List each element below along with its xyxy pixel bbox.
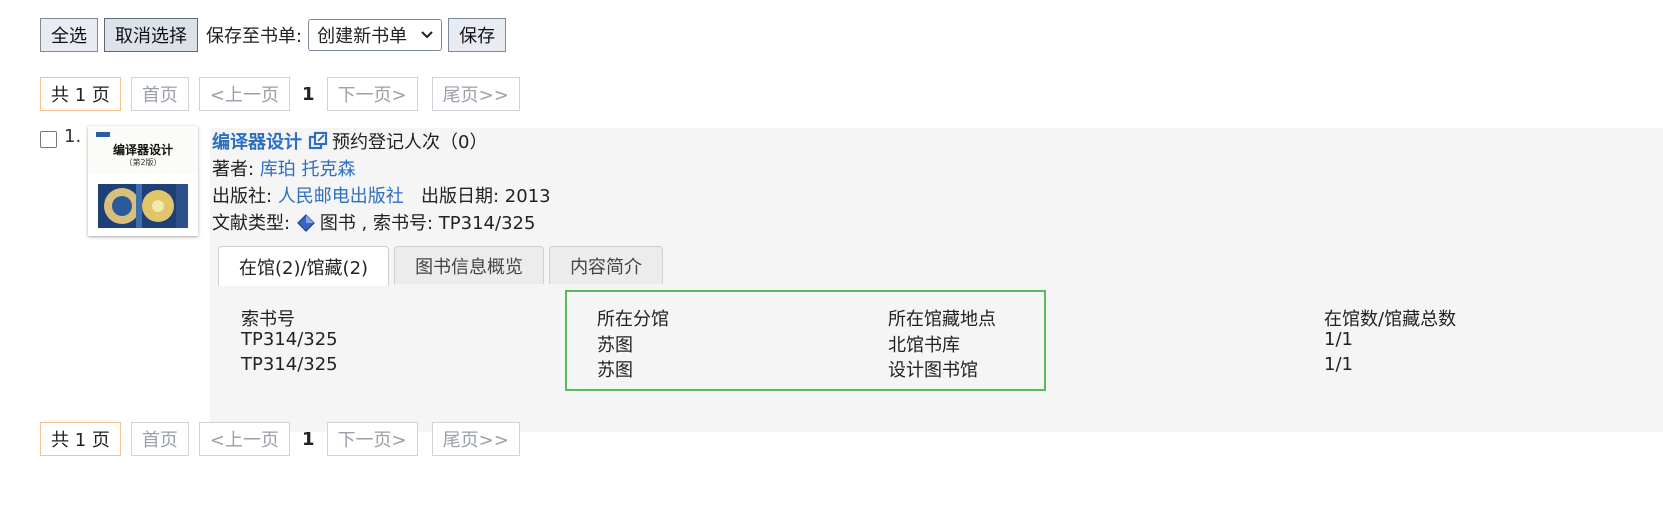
first-page-button[interactable]: 首页 bbox=[130, 422, 189, 456]
page-total: 共 1 页 bbox=[40, 422, 121, 456]
tab-summary[interactable]: 内容简介 bbox=[549, 246, 664, 284]
prev-page-button[interactable]: <上一页 bbox=[198, 77, 290, 111]
booklist-selected-value: 创建新书单 bbox=[317, 26, 408, 47]
publisher-link[interactable]: 人民邮电出版社 bbox=[278, 186, 404, 207]
row1-location: 北馆书库 bbox=[888, 335, 960, 356]
row2-location: 设计图书馆 bbox=[888, 360, 978, 381]
result-checkbox[interactable] bbox=[40, 131, 57, 148]
save-button[interactable]: 保存 bbox=[448, 18, 507, 52]
next-page-button[interactable]: 下一页> bbox=[326, 77, 418, 111]
select-all-button[interactable]: 全选 bbox=[40, 18, 98, 52]
toolbar: 全选 取消选择 保存至书单: 创建新书单 保存 bbox=[40, 18, 507, 52]
row1-call-number: TP314/325 bbox=[241, 329, 338, 350]
book-type-icon bbox=[296, 213, 316, 238]
header-branch: 所在分馆 bbox=[597, 309, 669, 330]
row1-availability: 1/1 bbox=[1324, 329, 1353, 350]
save-to-label: 保存至书单: bbox=[206, 26, 303, 47]
cover-title: 编译器设计 bbox=[112, 143, 173, 157]
header-location: 所在馆藏地点 bbox=[888, 309, 996, 330]
row2-branch: 苏图 bbox=[597, 360, 633, 381]
doctype-label: 文献类型: bbox=[212, 213, 291, 234]
pager-bottom: 共 1 页 首页 <上一页 1 下一页> 尾页>> bbox=[40, 422, 520, 456]
author-label: 著者: bbox=[212, 159, 255, 180]
reservation-count: 预约登记人次（0） bbox=[332, 132, 488, 153]
book-title-link[interactable]: 编译器设计 bbox=[212, 132, 302, 153]
author-line: 著者: 库珀 托克森 bbox=[212, 155, 356, 181]
book-cover[interactable]: 编译器设计 （第2版） bbox=[88, 126, 198, 236]
pager-top: 共 1 页 首页 <上一页 1 下一页> 尾页>> bbox=[40, 77, 520, 111]
header-availability: 在馆数/馆藏总数 bbox=[1324, 309, 1457, 330]
page-total: 共 1 页 bbox=[40, 77, 121, 111]
header-call-number: 索书号 bbox=[241, 309, 295, 330]
current-page: 1 bbox=[302, 428, 315, 450]
tab-holdings[interactable]: 在馆(2)/馆藏(2) bbox=[218, 246, 390, 286]
doctype-value: 图书 bbox=[319, 213, 356, 234]
result-title-line: 编译器设计 预约登记人次（0） bbox=[212, 128, 487, 156]
last-page-button[interactable]: 尾页>> bbox=[431, 77, 520, 111]
cover-art bbox=[98, 184, 188, 228]
tab-book-info[interactable]: 图书信息概览 bbox=[394, 246, 545, 284]
row2-availability: 1/1 bbox=[1324, 354, 1353, 375]
callno-value: TP314/325 bbox=[438, 213, 536, 234]
cover-edition: （第2版） bbox=[124, 158, 162, 167]
result-tabs: 在馆(2)/馆藏(2) 图书信息概览 内容简介 bbox=[218, 246, 664, 286]
first-page-button[interactable]: 首页 bbox=[130, 77, 189, 111]
chevron-down-icon bbox=[421, 28, 433, 43]
doctype-line: 文献类型: 图书 , 索书号: TP314/325 bbox=[212, 209, 535, 238]
last-page-button[interactable]: 尾页>> bbox=[431, 422, 520, 456]
publisher-line: 出版社: 人民邮电出版社 出版日期: 2013 bbox=[212, 182, 551, 208]
publisher-label: 出版社: bbox=[212, 186, 273, 207]
callno-label: , 索书号: bbox=[361, 213, 434, 234]
pubdate-label: 出版日期: bbox=[420, 186, 500, 207]
pubdate-value: 2013 bbox=[504, 186, 551, 207]
prev-page-button[interactable]: <上一页 bbox=[198, 422, 290, 456]
next-page-button[interactable]: 下一页> bbox=[326, 422, 418, 456]
open-external-icon[interactable] bbox=[308, 131, 328, 156]
current-page: 1 bbox=[302, 83, 315, 105]
deselect-button[interactable]: 取消选择 bbox=[104, 18, 198, 52]
result-index: 1. bbox=[64, 126, 82, 147]
row1-branch: 苏图 bbox=[597, 335, 633, 356]
booklist-select[interactable]: 创建新书单 bbox=[308, 19, 443, 51]
row2-call-number: TP314/325 bbox=[241, 354, 338, 375]
author-link[interactable]: 库珀 托克森 bbox=[260, 159, 356, 180]
